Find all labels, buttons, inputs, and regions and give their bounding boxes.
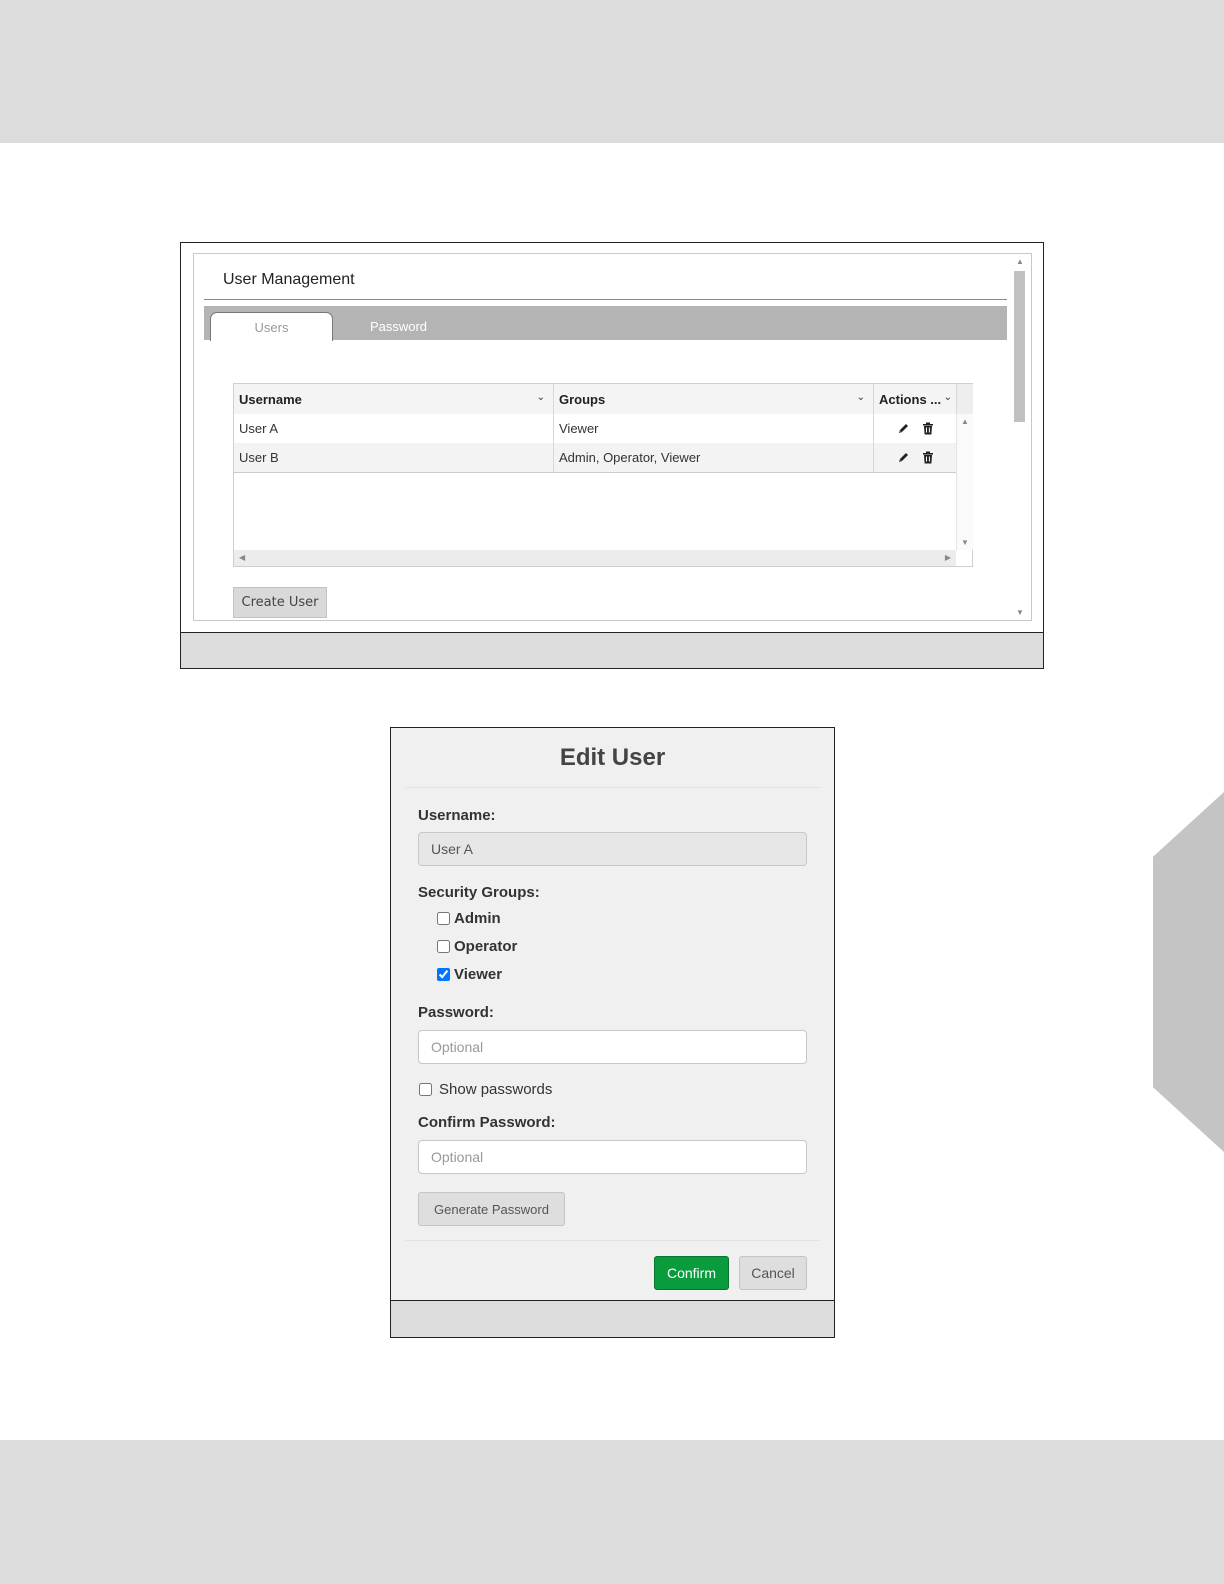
cancel-button[interactable]: Cancel bbox=[739, 1256, 807, 1290]
grid-horizontal-scrollbar[interactable]: ◀ ▶ bbox=[234, 550, 956, 566]
checkbox-label: Viewer bbox=[454, 966, 503, 983]
scrollbar-thumb[interactable] bbox=[1014, 271, 1025, 422]
group-admin-option[interactable]: Admin bbox=[437, 910, 501, 927]
cell-username: User B bbox=[234, 443, 554, 472]
show-passwords-option[interactable]: Show passwords bbox=[419, 1081, 552, 1098]
confirm-password-field[interactable] bbox=[418, 1140, 807, 1174]
cell-actions bbox=[874, 443, 956, 472]
tab-users[interactable]: Users bbox=[210, 312, 333, 341]
dialog-title: Edit User bbox=[559, 744, 666, 771]
group-operator-option[interactable]: Operator bbox=[437, 938, 517, 955]
user-management-window: User Management Users Password Username … bbox=[180, 242, 1044, 669]
table-row[interactable]: User B Admin, Operator, Viewer bbox=[234, 443, 956, 473]
page-top-band bbox=[0, 0, 1224, 143]
create-user-button[interactable]: Create User bbox=[233, 587, 327, 618]
admin-checkbox[interactable] bbox=[437, 912, 450, 925]
tab-password[interactable]: Password bbox=[337, 312, 460, 341]
panel-vertical-scrollbar[interactable]: ▲ ▼ bbox=[1011, 254, 1031, 620]
chevron-down-icon[interactable]: ⌄ bbox=[857, 392, 865, 403]
scroll-down-icon[interactable]: ▼ bbox=[1016, 608, 1024, 617]
cell-username: User A bbox=[234, 414, 554, 443]
trash-icon[interactable] bbox=[922, 451, 934, 464]
page-side-decoration bbox=[1153, 792, 1224, 1152]
show-passwords-checkbox[interactable] bbox=[419, 1083, 432, 1096]
edit-icon[interactable] bbox=[897, 422, 910, 435]
column-header-actions[interactable]: Actions ... ⌄ bbox=[874, 384, 956, 414]
confirm-button[interactable]: Confirm bbox=[654, 1256, 729, 1290]
checkbox-label: Admin bbox=[454, 910, 501, 927]
cell-actions bbox=[874, 414, 956, 443]
scroll-left-icon[interactable]: ◀ bbox=[239, 553, 245, 562]
window-footer-bar bbox=[181, 632, 1043, 668]
generate-password-button[interactable]: Generate Password bbox=[418, 1192, 565, 1226]
table-row[interactable]: User A Viewer bbox=[234, 414, 956, 443]
title-divider bbox=[405, 787, 820, 788]
viewer-checkbox[interactable] bbox=[437, 968, 450, 981]
checkbox-label: Operator bbox=[454, 938, 518, 955]
edit-user-dialog: Edit User Username: Security Groups: Adm… bbox=[390, 727, 835, 1338]
grid-header: Username ⌄ Groups ⌄ Actions ... ⌄ bbox=[234, 384, 956, 415]
chevron-down-icon[interactable]: ⌄ bbox=[537, 392, 545, 403]
scroll-up-icon[interactable]: ▲ bbox=[961, 417, 969, 426]
password-label: Password: bbox=[418, 1004, 494, 1021]
scroll-right-icon[interactable]: ▶ bbox=[945, 553, 951, 562]
grid-header-filler bbox=[956, 384, 973, 414]
user-management-panel: User Management Users Password Username … bbox=[193, 253, 1032, 621]
column-header-label: Actions ... bbox=[879, 391, 942, 407]
scroll-down-icon[interactable]: ▼ bbox=[961, 538, 969, 547]
security-groups-label: Security Groups: bbox=[418, 884, 540, 901]
username-field[interactable] bbox=[418, 832, 807, 866]
checkbox-label: Show passwords bbox=[439, 1081, 553, 1098]
trash-icon[interactable] bbox=[922, 422, 934, 435]
panel-title: User Management bbox=[223, 271, 355, 288]
tab-bar: Users Password bbox=[204, 306, 1007, 341]
operator-checkbox[interactable] bbox=[437, 940, 450, 953]
scroll-up-icon[interactable]: ▲ bbox=[1016, 257, 1024, 266]
grid-vertical-scrollbar[interactable]: ▲ ▼ bbox=[956, 414, 973, 550]
title-divider bbox=[204, 299, 1007, 300]
confirm-password-label: Confirm Password: bbox=[418, 1114, 556, 1131]
cell-groups: Viewer bbox=[554, 414, 874, 443]
footer-divider bbox=[405, 1240, 820, 1241]
column-header-label: Username bbox=[239, 391, 302, 407]
column-header-username[interactable]: Username ⌄ bbox=[234, 384, 554, 414]
username-label: Username: bbox=[418, 807, 496, 824]
column-header-label: Groups bbox=[559, 391, 606, 407]
page-bottom-band bbox=[0, 1440, 1224, 1584]
dialog-footer-bar bbox=[391, 1300, 834, 1337]
users-grid: Username ⌄ Groups ⌄ Actions ... ⌄ User A… bbox=[233, 383, 973, 567]
cell-groups: Admin, Operator, Viewer bbox=[554, 443, 874, 472]
password-field[interactable] bbox=[418, 1030, 807, 1064]
chevron-down-icon[interactable]: ⌄ bbox=[944, 392, 952, 403]
column-header-groups[interactable]: Groups ⌄ bbox=[554, 384, 874, 414]
group-viewer-option[interactable]: Viewer bbox=[437, 966, 502, 983]
edit-icon[interactable] bbox=[897, 451, 910, 464]
